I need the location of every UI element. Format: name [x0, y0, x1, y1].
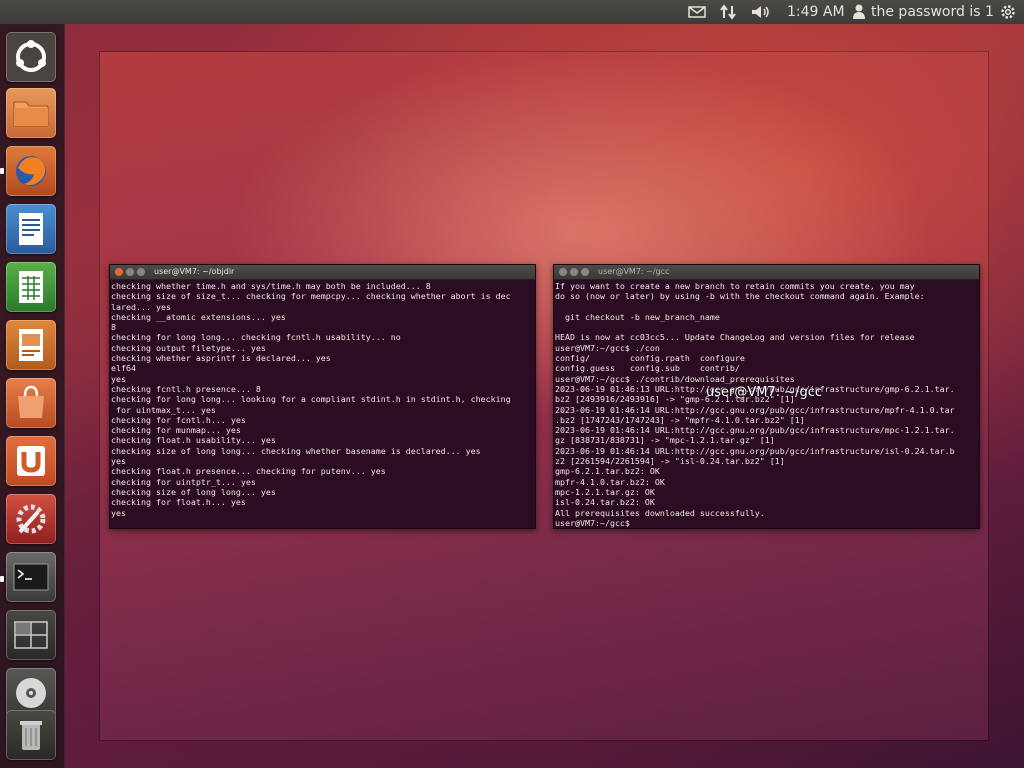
window-title-tooltip: user@VM7: ~/gcc	[706, 385, 823, 400]
terminal-button[interactable]	[6, 552, 56, 602]
maximize-button[interactable]	[581, 268, 589, 276]
calc-button[interactable]	[6, 262, 56, 312]
settings-wrench-icon	[16, 504, 46, 534]
window-title: user@VM7: ~/gcc	[598, 267, 670, 276]
libreoffice-calc-icon	[19, 271, 43, 303]
top-panel: 1:49 AM the password is 1	[0, 0, 1024, 24]
minimize-button[interactable]	[126, 268, 134, 276]
software-center-button[interactable]	[6, 378, 56, 428]
window-title: user@VM7: ~/objdir	[154, 267, 235, 276]
network-icon[interactable]	[720, 0, 736, 24]
volume-icon[interactable]	[750, 0, 772, 24]
terminal-window-objdir[interactable]: user@VM7: ~/objdir checking whether time…	[109, 264, 536, 529]
terminal-output[interactable]: checking whether time.h and sys/time.h m…	[111, 281, 534, 528]
gear-icon[interactable]	[999, 0, 1017, 24]
maximize-button[interactable]	[137, 268, 145, 276]
terminal-output[interactable]: If you want to create a new branch to re…	[555, 281, 978, 528]
writer-button[interactable]	[6, 204, 56, 254]
ubuntu-one-icon	[17, 446, 45, 476]
libreoffice-impress-icon	[19, 329, 43, 361]
workspace-icon	[14, 621, 48, 649]
firefox-button[interactable]	[6, 146, 56, 196]
libreoffice-writer-icon	[19, 213, 43, 245]
trash-button[interactable]	[6, 710, 56, 760]
minimize-button[interactable]	[570, 268, 578, 276]
titlebar[interactable]: user@VM7: ~/objdir	[110, 265, 535, 280]
titlebar[interactable]: user@VM7: ~/gcc	[554, 265, 979, 280]
ubuntu-one-button[interactable]	[6, 436, 56, 486]
impress-button[interactable]	[6, 320, 56, 370]
trash-icon	[20, 721, 42, 750]
workspace-switcher-button[interactable]	[6, 610, 56, 660]
close-button[interactable]	[559, 268, 567, 276]
user-icon[interactable]	[852, 0, 866, 24]
user-name[interactable]: the password is 1	[871, 0, 994, 24]
close-button[interactable]	[115, 268, 123, 276]
dash-home-button[interactable]	[6, 32, 56, 82]
mail-icon[interactable]	[688, 0, 706, 24]
terminal-icon	[13, 563, 49, 591]
system-settings-button[interactable]	[6, 494, 56, 544]
shopping-bag-icon	[18, 385, 44, 418]
firefox-icon	[16, 156, 46, 186]
launcher	[0, 24, 65, 768]
clock[interactable]: 1:49 AM	[787, 0, 845, 24]
folder-icon	[13, 101, 49, 127]
files-button[interactable]	[6, 88, 56, 138]
ubuntu-logo-icon	[16, 40, 46, 72]
